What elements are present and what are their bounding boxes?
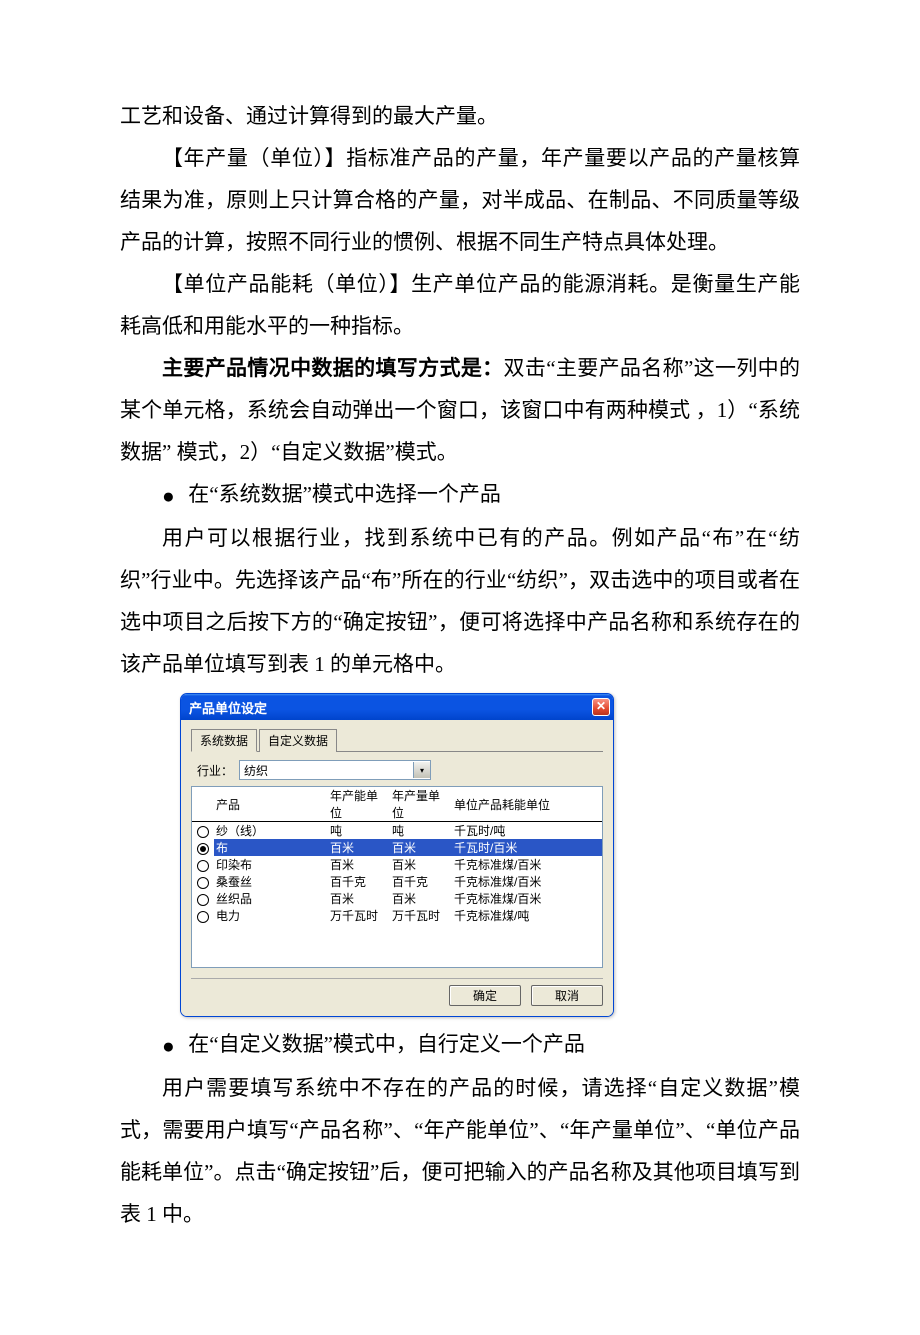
ok-button[interactable]: 确定 xyxy=(449,985,521,1006)
output-unit-cell: 百米 xyxy=(390,839,452,856)
capacity-unit-cell: 百千克 xyxy=(328,873,390,890)
output-unit-cell: 百米 xyxy=(390,856,452,873)
output-unit-cell: 百千克 xyxy=(390,873,452,890)
capacity-unit-cell: 百米 xyxy=(328,839,390,856)
radio-icon xyxy=(197,877,209,889)
row-radio-cell[interactable] xyxy=(192,822,214,840)
capacity-unit-cell: 百米 xyxy=(328,856,390,873)
col-select xyxy=(192,787,214,822)
product-unit-dialog: 产品单位设定 ✕ 系统数据 自定义数据 行业： 纺织 ▾ xyxy=(180,693,614,1017)
term-label: 【年产量（单位）】 xyxy=(162,146,346,170)
output-unit-cell: 百米 xyxy=(390,890,452,907)
industry-combobox[interactable]: 纺织 ▾ xyxy=(239,760,431,780)
dialog-screenshot: 产品单位设定 ✕ 系统数据 自定义数据 行业： 纺织 ▾ xyxy=(180,693,614,1017)
dialog-titlebar[interactable]: 产品单位设定 ✕ xyxy=(181,694,613,720)
tab-system-data[interactable]: 系统数据 xyxy=(191,729,257,752)
term-label: 主要产品情况中数据的填写方式是： xyxy=(162,356,504,380)
product-listbox[interactable]: 产品 年产能单位 年产量单位 单位产品耗能单位 纱（线）吨吨千瓦时/吨布百米百米… xyxy=(191,786,603,968)
product-name-cell: 电力 xyxy=(214,907,328,924)
radio-icon xyxy=(197,860,209,872)
close-button[interactable]: ✕ xyxy=(592,698,610,716)
table-row[interactable]: 桑蚕丝百千克百千克千克标准煤/百米 xyxy=(192,873,602,890)
dialog-tabs: 系统数据 自定义数据 xyxy=(191,728,603,752)
energy-unit-cell: 千瓦时/百米 xyxy=(452,839,602,856)
col-capacity-unit: 年产能单位 xyxy=(328,787,390,822)
row-radio-cell[interactable] xyxy=(192,890,214,907)
table-row[interactable]: 电力万千瓦时万千瓦时千克标准煤/吨 xyxy=(192,907,602,924)
output-unit-cell: 万千瓦时 xyxy=(390,907,452,924)
bullet-text: 在“系统数据”模式中选择一个产品 xyxy=(188,482,501,506)
table-row[interactable]: 布百米百米千瓦时/百米 xyxy=(192,839,602,856)
paragraph: 用户需要填写系统中不存在的产品的时候，请选择“自定义数据”模式，需要用户填写“产… xyxy=(120,1067,800,1235)
paragraph: 【单位产品能耗（单位）】生产单位产品的能源消耗。是衡量生产能耗高低和用能水平的一… xyxy=(120,263,800,347)
capacity-unit-cell: 万千瓦时 xyxy=(328,907,390,924)
table-row[interactable]: 纱（线）吨吨千瓦时/吨 xyxy=(192,822,602,840)
radio-icon xyxy=(197,894,209,906)
table-header-row: 产品 年产能单位 年产量单位 单位产品耗能单位 xyxy=(192,787,602,822)
dropdown-button[interactable]: ▾ xyxy=(413,762,430,778)
row-radio-cell[interactable] xyxy=(192,873,214,890)
radio-icon xyxy=(197,911,209,923)
paragraph: 用户可以根据行业，找到系统中已有的产品。例如产品“布”在“纺织”行业中。先选择该… xyxy=(120,517,800,685)
energy-unit-cell: 千克标准煤/百米 xyxy=(452,890,602,907)
energy-unit-cell: 千瓦时/吨 xyxy=(452,822,602,840)
paragraph: 【年产量（单位）】指标准产品的产量，年产量要以产品的产量核算结果为准，原则上只计… xyxy=(120,137,800,263)
product-name-cell: 纱（线） xyxy=(214,822,328,840)
paragraph: 工艺和设备、通过计算得到的最大产量。 xyxy=(120,95,800,137)
close-icon: ✕ xyxy=(596,699,606,713)
radio-icon xyxy=(197,826,209,838)
bullet-text: 在“自定义数据”模式中，自行定义一个产品 xyxy=(188,1032,585,1056)
product-name-cell: 布 xyxy=(214,839,328,856)
table-row[interactable]: 印染布百米百米千克标准煤/百米 xyxy=(192,856,602,873)
col-product: 产品 xyxy=(214,787,328,822)
row-radio-cell[interactable] xyxy=(192,839,214,856)
industry-label: 行业： xyxy=(197,762,233,779)
bullet-item: ● 在“系统数据”模式中选择一个产品 xyxy=(162,473,800,517)
energy-unit-cell: 千克标准煤/百米 xyxy=(452,856,602,873)
energy-unit-cell: 千克标准煤/百米 xyxy=(452,873,602,890)
product-name-cell: 桑蚕丝 xyxy=(214,873,328,890)
dialog-body: 系统数据 自定义数据 行业： 纺织 ▾ xyxy=(181,720,613,1016)
radio-icon xyxy=(197,843,209,855)
document-page: 工艺和设备、通过计算得到的最大产量。 【年产量（单位）】指标准产品的产量，年产量… xyxy=(0,0,920,1335)
industry-row: 行业： 纺织 ▾ xyxy=(197,760,603,780)
bullet-item: ● 在“自定义数据”模式中，自行定义一个产品 xyxy=(162,1023,800,1067)
table-row[interactable]: 丝织品百米百米千克标准煤/百米 xyxy=(192,890,602,907)
row-radio-cell[interactable] xyxy=(192,856,214,873)
dialog-title: 产品单位设定 xyxy=(189,698,267,717)
energy-unit-cell: 千克标准煤/吨 xyxy=(452,907,602,924)
chevron-down-icon: ▾ xyxy=(420,766,424,775)
term-label: 【单位产品能耗（单位）】 xyxy=(162,272,411,296)
product-name-cell: 印染布 xyxy=(214,856,328,873)
product-name-cell: 丝织品 xyxy=(214,890,328,907)
capacity-unit-cell: 吨 xyxy=(328,822,390,840)
row-radio-cell[interactable] xyxy=(192,907,214,924)
product-table: 产品 年产能单位 年产量单位 单位产品耗能单位 纱（线）吨吨千瓦时/吨布百米百米… xyxy=(192,787,602,924)
col-output-unit: 年产量单位 xyxy=(390,787,452,822)
bullet-icon: ● xyxy=(162,1025,183,1067)
capacity-unit-cell: 百米 xyxy=(328,890,390,907)
col-energy-unit: 单位产品耗能单位 xyxy=(452,787,602,822)
industry-value: 纺织 xyxy=(240,762,413,779)
tab-custom-data[interactable]: 自定义数据 xyxy=(259,729,337,752)
bullet-icon: ● xyxy=(162,475,183,517)
output-unit-cell: 吨 xyxy=(390,822,452,840)
dialog-footer: 确定 取消 xyxy=(191,978,603,1006)
paragraph: 主要产品情况中数据的填写方式是：双击“主要产品名称”这一列中的某个单元格，系统会… xyxy=(120,347,800,473)
cancel-button[interactable]: 取消 xyxy=(531,985,603,1006)
